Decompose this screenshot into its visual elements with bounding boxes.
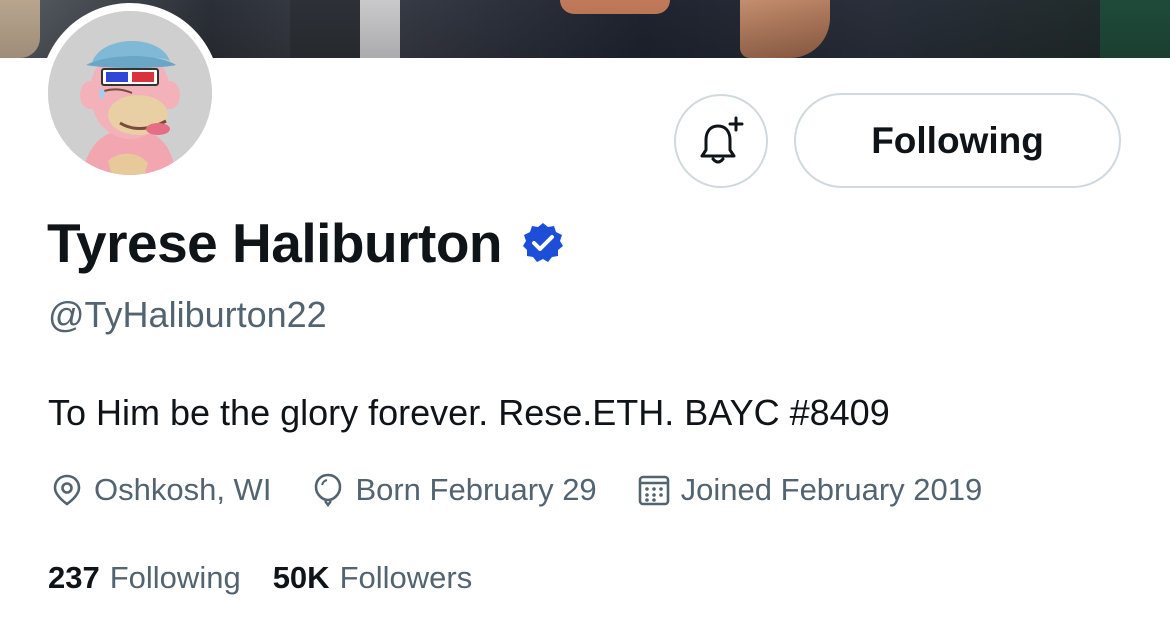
- following-label: Following: [109, 560, 241, 595]
- notifications-button[interactable]: [674, 94, 768, 188]
- calendar-icon: [638, 475, 669, 506]
- avatar[interactable]: [40, 3, 220, 183]
- followers-count: 50K: [272, 560, 330, 595]
- profile-meta: Oshkosh, WI Born February 29 Joined Febr…: [50, 470, 1022, 510]
- following-stat-link[interactable]: 237 Following: [48, 560, 241, 596]
- display-name: Tyrese Haliburton: [47, 212, 503, 274]
- birthday-text: Born February 29: [355, 472, 597, 507]
- bell-plus-icon: [700, 116, 744, 164]
- joined-item: Joined February 2019: [637, 472, 983, 508]
- following-button[interactable]: Following: [794, 93, 1121, 188]
- avatar-image: [48, 11, 212, 175]
- follow-stats: 237 Following 50K Followers: [48, 558, 504, 598]
- bio: To Him be the glory forever. Rese.ETH. B…: [48, 392, 890, 433]
- location-item: Oshkosh, WI: [50, 472, 271, 508]
- user-handle: @TyHaliburton22: [48, 294, 327, 335]
- birthday-item: Born February 29: [311, 472, 597, 508]
- verified-badge-icon[interactable]: [522, 222, 564, 264]
- name-row: Tyrese Haliburton: [47, 210, 564, 276]
- following-count: 237: [48, 560, 100, 595]
- followers-stat-link[interactable]: 50K Followers: [273, 560, 473, 596]
- location-pin-icon: [53, 474, 81, 506]
- joined-text: Joined February 2019: [680, 472, 983, 507]
- followers-label: Followers: [339, 560, 473, 595]
- balloon-icon: [315, 473, 342, 507]
- profile-header: Following Tyrese Haliburton @TyHaliburto…: [0, 0, 1170, 623]
- location-text: Oshkosh, WI: [94, 472, 272, 507]
